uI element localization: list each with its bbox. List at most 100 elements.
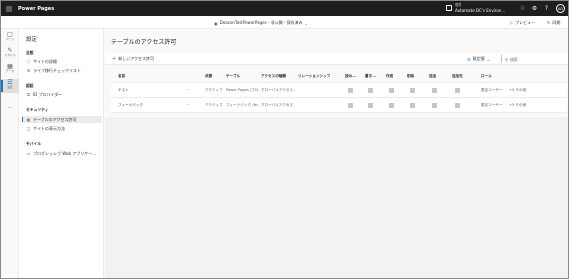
waffle-icon: [5, 5, 12, 12]
nav-item-label: プログレッシブ Web アプリケー...: [33, 151, 97, 156]
rail-item-styling[interactable]: ✎ スタイル: [1, 47, 19, 61]
more-icon[interactable]: ···: [1, 105, 19, 111]
site-icon: ▣: [214, 20, 218, 26]
bell-icon[interactable]: ♢: [519, 5, 526, 12]
row-status: アクティブ: [205, 88, 223, 92]
rail-label: ページ: [5, 37, 15, 41]
table-row[interactable]: テスト ··· アクティブ Power Pages (プロ... グローバルアク…: [111, 83, 567, 98]
column-header[interactable]: 名前: [118, 69, 125, 82]
settings-panel: 設定 全般 ⓘ サイトの詳細 ☰ ライブ移行チェックリスト 認証 ⚿ ID プロ…: [19, 29, 104, 278]
nav-item-label: ライブ移行チェックリスト: [33, 68, 81, 73]
row-more-icon[interactable]: ···: [186, 83, 189, 97]
column-header[interactable]: 削除: [407, 69, 414, 82]
permissions-table: 名前 状態 テーブル アクセスの種類 リレーションシップ 読み... 書き...…: [111, 69, 567, 113]
row-status: アクティブ: [205, 103, 223, 107]
table-lock-icon: ▦: [26, 117, 31, 122]
left-rail: □ ページ ✎ スタイル ▦ データ ☰ 設定 ···: [1, 29, 19, 278]
row-name[interactable]: テスト: [118, 83, 129, 97]
nav-item-table-permissions[interactable]: ▦ テーブルのアクセス許可: [22, 116, 102, 123]
row-more-icon[interactable]: ···: [186, 98, 189, 112]
create-checkbox: [389, 103, 394, 108]
append-checkbox: [432, 88, 437, 93]
column-header[interactable]: 書き...: [365, 69, 376, 82]
row-access-type: グローバルアクセス: [261, 103, 294, 107]
chevron-down-icon: ⌄: [304, 20, 309, 26]
column-header[interactable]: 作成: [386, 69, 393, 82]
panel-title: 設定: [26, 37, 38, 43]
new-permission-button[interactable]: + 新しいアクセス許可: [112, 56, 154, 62]
nav-item-label: サイトの表示方法: [33, 126, 65, 131]
column-header[interactable]: ロール: [481, 69, 492, 82]
row-access-type: グローバルアクセス...: [261, 88, 297, 92]
info-icon: ⓘ: [26, 59, 31, 64]
visibility-icon: □: [26, 126, 31, 131]
plus-icon: +: [112, 55, 117, 62]
nav-item-progressive-web-app[interactable]: ▭ プログレッシブ Web アプリケー...: [22, 150, 102, 157]
section-heading-authentication: 認証: [26, 83, 34, 88]
nav-item-identity-providers[interactable]: ⚿ ID プロバイダー: [22, 91, 102, 98]
section-heading-general: 全般: [26, 50, 34, 55]
search-icon: ⚲: [505, 56, 508, 62]
sync-icon: ↻: [547, 20, 551, 25]
user-avatar[interactable]: AD: [556, 4, 565, 13]
column-header[interactable]: リレーションシップ: [298, 69, 330, 82]
main-content: テーブルのアクセス許可 + 新しいアクセス許可 ☰ 既定値 ⌄ ⚲ 検索 名前 …: [105, 29, 568, 278]
site-breadcrumb[interactable]: ▣ DeaconTestPowerPages - 非公開 - 保存済み ⌄: [214, 20, 310, 26]
main-card: テーブルのアクセス許可 + 新しいアクセス許可 ☰ 既定値 ⌄ ⚲ 検索 名前 …: [105, 29, 568, 278]
sync-button[interactable]: ↻ 同期: [547, 20, 560, 26]
rail-label: スタイル: [4, 53, 16, 57]
write-checkbox: [368, 88, 373, 93]
app-title: Power Pages: [18, 5, 55, 12]
empty-canvas: [105, 117, 568, 278]
help-icon[interactable]: ?: [543, 5, 550, 12]
delete-checkbox: [410, 103, 415, 108]
table-row[interactable]: フィードバック ··· アクティブ フィードバック (fe... グローバルアク…: [111, 98, 567, 113]
column-header[interactable]: 読み...: [345, 69, 356, 82]
nav-item-label: サイトの詳細: [33, 59, 57, 64]
write-checkbox: [368, 103, 373, 108]
nav-item-site-visibility[interactable]: □ サイトの表示方法: [22, 125, 102, 132]
read-checkbox: [348, 88, 353, 93]
nav-item-go-live-checklist[interactable]: ☰ ライブ移行チェックリスト: [22, 67, 102, 74]
table-toolbar: + 新しいアクセス許可 ☰ 既定値 ⌄ ⚲: [105, 53, 568, 65]
view-filter-dropdown[interactable]: ☰ 既定値 ⌄: [467, 56, 490, 62]
rail-label: データ: [5, 69, 15, 73]
preview-button[interactable]: ▷ プレビュー: [510, 20, 535, 26]
section-heading-mobile: モバイル: [26, 141, 42, 146]
environment-name: Automate DC's Environ...: [455, 8, 506, 13]
column-header[interactable]: テーブル: [226, 69, 240, 82]
sync-label: 同期: [552, 19, 561, 25]
view-filter-label: 既定値: [472, 56, 485, 61]
search-box[interactable]: ⚲: [501, 55, 565, 63]
environment-picker[interactable]: 環境 Automate DC's Environ...: [446, 3, 505, 13]
row-role-more-link[interactable]: +3 その他: [509, 83, 526, 97]
chevron-down-icon: ⌄: [486, 56, 490, 62]
nav-item-site-details[interactable]: ⓘ サイトの詳細: [22, 58, 102, 65]
append-checkbox: [432, 103, 437, 108]
nav-item-label: ID プロバイダー: [33, 92, 63, 97]
column-header[interactable]: 状態: [205, 69, 212, 82]
checklist-icon: ☰: [26, 68, 31, 73]
search-input[interactable]: [509, 56, 560, 62]
preview-icon: ▷: [510, 20, 514, 25]
key-icon: ⚿: [26, 92, 31, 97]
column-header[interactable]: 追加先: [452, 69, 463, 82]
top-bar: Power Pages 環境 Automate DC's Environ... …: [1, 1, 568, 16]
rail-item-pages[interactable]: □ ページ: [1, 31, 19, 45]
create-checkbox: [389, 88, 394, 93]
row-role: 匿名ユーザー: [481, 88, 503, 92]
table-header-row: 名前 状態 テーブル アクセスの種類 リレーションシップ 読み... 書き...…: [111, 69, 567, 83]
section-heading-security: セキュリティ: [26, 107, 49, 112]
rail-item-settings[interactable]: ☰ 設定: [1, 79, 19, 93]
new-permission-label: 新しいアクセス許可: [118, 56, 155, 61]
column-header[interactable]: 追加: [429, 69, 436, 82]
column-header[interactable]: アクセスの種類: [261, 69, 286, 82]
environment-icon: [446, 5, 452, 11]
app-launcher-button[interactable]: [1, 1, 16, 16]
row-role-more-link[interactable]: +3 その他: [509, 98, 526, 112]
append-to-checkbox: [455, 88, 460, 93]
rail-label: 設定: [7, 85, 13, 89]
gear-icon[interactable]: ⚙: [531, 5, 538, 12]
rail-item-data[interactable]: ▦ データ: [1, 63, 19, 77]
row-name[interactable]: フィードバック: [118, 98, 143, 112]
